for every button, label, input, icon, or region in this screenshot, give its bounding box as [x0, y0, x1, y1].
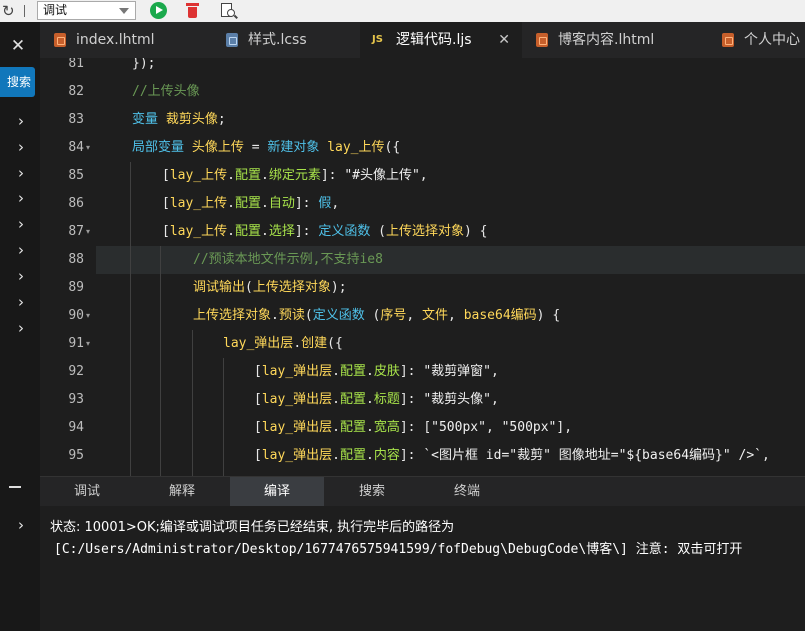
- collapse-panel-icon[interactable]: [9, 486, 21, 488]
- line-number: 95: [68, 448, 84, 463]
- fold-toggle-icon[interactable]: ▾: [86, 134, 94, 162]
- line-number: 86: [68, 196, 84, 211]
- indent-guide: [160, 246, 161, 476]
- tab-debug[interactable]: 调试: [40, 477, 134, 507]
- line-number: 92: [68, 364, 84, 379]
- tab-terminal[interactable]: 终端: [420, 477, 514, 507]
- fold-toggle-icon[interactable]: ▾: [86, 302, 94, 330]
- html-file-icon: [536, 33, 548, 47]
- tab-label: 逻辑代码.ljs: [396, 32, 472, 48]
- code-line: [lay_上传.配置.绑定元素]: "#头像上传",: [162, 168, 428, 183]
- line-number: 89: [68, 280, 84, 295]
- line-number: 88: [68, 252, 84, 267]
- tab-label: 样式.lcss: [248, 32, 307, 48]
- tab-label: 个人中心: [744, 32, 800, 48]
- code-line: 局部变量 头像上传 = 新建对象 lay_上传({: [132, 140, 401, 155]
- code-line: 上传选择对象.预读(定义函数 (序号, 文件, base64编码) {: [193, 308, 561, 323]
- css-file-icon: [226, 33, 238, 47]
- tab-style-lcss[interactable]: 样式.lcss: [212, 22, 360, 58]
- chevron-right-icon[interactable]: ›: [14, 292, 28, 312]
- indent-guide: [223, 358, 224, 476]
- code-line: //上传头像: [132, 84, 200, 99]
- html-file-icon: [54, 33, 66, 47]
- tab-personal-center[interactable]: 个人中心: [708, 22, 805, 58]
- indent-guide: [130, 162, 131, 476]
- chevron-right-icon[interactable]: ›: [14, 240, 28, 260]
- js-file-icon: JS: [372, 34, 383, 45]
- code-line: [lay_弹出层.配置.标题]: "裁剪头像",: [254, 392, 499, 407]
- toolbar-divider: [24, 5, 25, 17]
- code-line: [lay_弹出层.配置.内容]: `<图片框 id="裁剪" 图像地址="${b…: [254, 448, 770, 463]
- line-number: 84: [68, 140, 84, 155]
- top-toolbar: ↻ 调试: [0, 0, 805, 22]
- line-number: 93: [68, 392, 84, 407]
- editor-tabs: index.lhtml 样式.lcss JS 逻辑代码.ljs ✕ 博客内容.l…: [40, 22, 805, 58]
- run-mode-select[interactable]: 调试: [37, 1, 136, 20]
- output-panel[interactable]: 状态: 10001>OK;编译或调试项目任务已经结束, 执行完毕后的路径为 [C…: [40, 506, 805, 631]
- tab-label: 博客内容.lhtml: [558, 32, 655, 48]
- fold-toggle-icon[interactable]: ▾: [86, 330, 94, 358]
- chevron-right-icon[interactable]: ›: [14, 266, 28, 286]
- code-line: [lay_上传.配置.选择]: 定义函数 (上传选择对象) {: [162, 224, 488, 239]
- line-number: 91: [68, 336, 84, 351]
- code-line: [lay_弹出层.配置.宽高]: ["500px", "500px"],: [254, 420, 573, 435]
- line-number: 85: [68, 168, 84, 183]
- search-button[interactable]: 搜索: [0, 67, 35, 97]
- chevron-right-icon[interactable]: ›: [14, 214, 28, 234]
- tab-logic-ljs[interactable]: JS 逻辑代码.ljs ✕: [360, 22, 522, 58]
- tab-interpret[interactable]: 解释: [135, 477, 229, 507]
- trash-icon[interactable]: [186, 3, 199, 18]
- line-number: 87: [68, 224, 84, 239]
- indent-guide: [192, 330, 193, 476]
- tab-blog-content-lhtml[interactable]: 博客内容.lhtml: [522, 22, 708, 58]
- line-number: 82: [68, 84, 84, 99]
- output-panel-tabs: 调试 解释 编译 搜索 终端: [40, 476, 805, 507]
- code-line: [lay_上传.配置.自动]: 假,: [162, 196, 340, 211]
- fold-toggle-icon[interactable]: ▾: [86, 218, 94, 246]
- chevron-right-icon[interactable]: ›: [14, 163, 28, 183]
- close-icon[interactable]: ✕: [8, 36, 28, 56]
- chevron-right-icon[interactable]: ›: [14, 318, 28, 338]
- refresh-icon[interactable]: ↻: [2, 1, 20, 21]
- code-line: 调试输出(上传选择对象);: [193, 280, 347, 295]
- line-number: 90: [68, 308, 84, 323]
- tab-search[interactable]: 搜索: [325, 477, 419, 507]
- chevron-right-icon[interactable]: ›: [14, 111, 28, 131]
- left-sidebar: ✕ 搜索 › › › › › › › › › ›: [0, 22, 40, 631]
- output-status-line: 状态: 10001>OK;编译或调试项目任务已经结束, 执行完毕后的路径为: [50, 520, 455, 535]
- close-icon[interactable]: ✕: [498, 22, 510, 58]
- tab-compile[interactable]: 编译: [230, 477, 324, 507]
- line-number: 83: [68, 112, 84, 127]
- code-line: lay_弹出层.创建({: [223, 336, 343, 351]
- html-file-icon: [722, 33, 734, 47]
- tab-label: index.lhtml: [76, 32, 155, 48]
- tab-index-lhtml[interactable]: index.lhtml: [40, 22, 212, 58]
- run-mode-value: 调试: [43, 3, 68, 17]
- code-line: 变量 裁剪头像;: [132, 112, 226, 127]
- chevron-right-icon[interactable]: ›: [14, 137, 28, 157]
- chevron-down-icon: [119, 8, 129, 14]
- code-line: //预读本地文件示例,不支持ie8: [193, 252, 383, 267]
- play-icon[interactable]: [150, 2, 167, 19]
- code-line: [lay_弹出层.配置.皮肤]: "裁剪弹窗",: [254, 364, 499, 379]
- output-path-line[interactable]: [C:/Users/Administrator/Desktop/16774765…: [54, 540, 742, 560]
- code-line: });: [132, 58, 156, 71]
- find-in-file-icon[interactable]: [220, 2, 238, 20]
- line-number: 94: [68, 420, 84, 435]
- chevron-right-icon[interactable]: ›: [14, 188, 28, 208]
- chevron-right-icon[interactable]: ›: [14, 515, 28, 535]
- line-number: 81: [68, 58, 84, 71]
- code-editor[interactable]: 81 82 83 84 85 86 87 88 89 90 91 92 93 9…: [40, 58, 805, 476]
